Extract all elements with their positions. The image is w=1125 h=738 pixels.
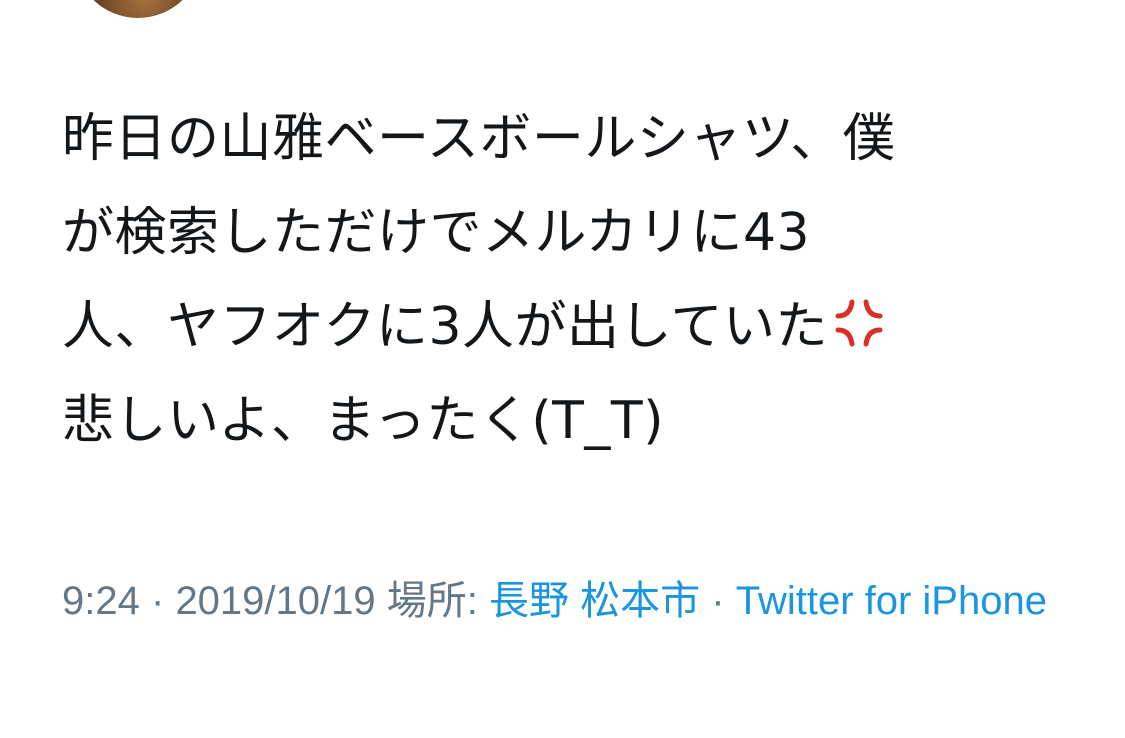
tweet-line: 悲しいよ、まったく(T_T) [62, 391, 664, 451]
avatar[interactable] [74, 0, 202, 18]
location-link[interactable]: 長野 松本市 [489, 579, 700, 623]
tweet-line: が検索しただけでメルカリに43 [62, 203, 811, 263]
source-link[interactable]: Twitter for iPhone [736, 579, 1047, 623]
tweet-line: 昨日の山雅ベースボールシャツ、僕 [62, 109, 896, 169]
meta-separator: · [150, 579, 165, 623]
tweet-text: 昨日の山雅ベースボールシャツ、僕 が検索しただけでメルカリに43 人、ヤフオクに… [62, 92, 1072, 468]
tweet-time: 9:24 [62, 579, 140, 623]
meta-separator: · [711, 579, 725, 623]
tweet-meta: 9:24 · 2019/10/19 場所: 長野 松本市 · Twitter f… [62, 560, 1062, 642]
anger-symbol-icon [835, 299, 883, 347]
tweet-date: 2019/10/19 [175, 579, 376, 623]
tweet-line: 人、ヤフオクに3人が出していた [62, 297, 828, 357]
location-label: 場所: [386, 579, 478, 623]
